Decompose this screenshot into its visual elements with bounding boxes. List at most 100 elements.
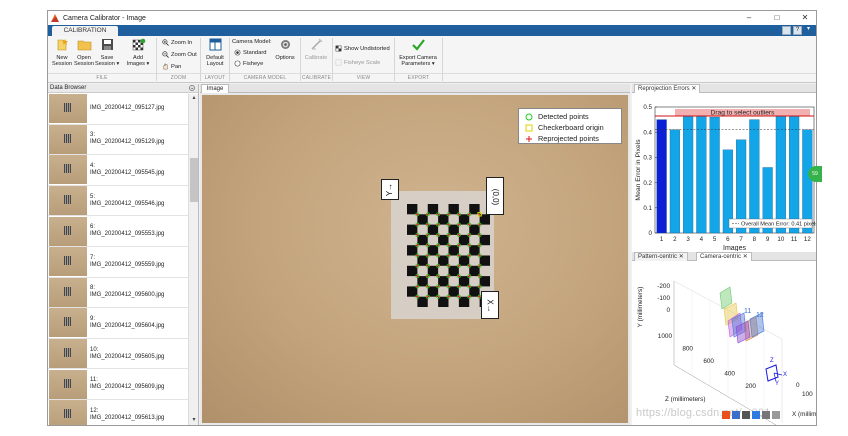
legend-origin-label: Checkerboard origin xyxy=(538,123,604,132)
calibration-image[interactable]: Y→ (0,0) X→ Detected points Checkerboard… xyxy=(202,95,628,423)
save-session-label: Save Session ▾ xyxy=(95,55,120,67)
list-item[interactable]: 10: IMG_20200412_095605.jpg xyxy=(48,339,188,370)
gear-icon xyxy=(280,40,290,49)
minimize-button[interactable]: – xyxy=(736,11,762,25)
new-session-button[interactable]: New Session xyxy=(51,38,73,67)
scroll-down-icon[interactable]: ▾ xyxy=(190,416,198,424)
image-filename: 6: IMG_20200412_095553.jpg xyxy=(90,224,165,238)
chevron-down-icon[interactable]: ▾ xyxy=(804,26,813,35)
list-item[interactable]: 4: IMG_20200412_095545.jpg xyxy=(48,155,188,186)
options-button[interactable]: Options xyxy=(273,38,297,61)
list-item[interactable]: 8: IMG_20200412_095600.jpg xyxy=(48,277,188,309)
section-export: EXPORT xyxy=(395,73,442,82)
x-tick-label: 100 xyxy=(802,391,813,398)
x-tick-label: 7 xyxy=(739,236,743,243)
bar[interactable] xyxy=(696,111,707,234)
bar[interactable] xyxy=(683,114,694,234)
extrinsics-3d-plot[interactable]: 1112XYZ-200-10001000800600400200 0100Y (m… xyxy=(632,261,817,425)
floating-green-button[interactable]: 59 xyxy=(808,166,822,182)
maximize-button[interactable]: □ xyxy=(764,11,790,25)
bar[interactable] xyxy=(656,119,667,234)
close-tab-icon[interactable]: ✕ xyxy=(679,254,684,260)
bar[interactable] xyxy=(802,129,813,234)
section-zoom: ZOOM xyxy=(157,73,200,82)
bar[interactable] xyxy=(669,129,680,234)
default-layout-button[interactable]: Default Layout xyxy=(203,38,227,67)
tab-pattern-centric[interactable]: Pattern-centric ✕ xyxy=(634,252,688,261)
calibrate-button[interactable]: Calibrate xyxy=(303,38,329,61)
export-label: Export Camera Parameters ▾ xyxy=(399,55,437,67)
close-tab-icon[interactable]: ✕ xyxy=(743,254,748,260)
scroll-up-icon[interactable]: ▴ xyxy=(190,94,198,102)
list-item[interactable]: 9: IMG_20200412_095604.jpg xyxy=(48,308,188,339)
tab-camera-centric[interactable]: Camera-centric ✕ xyxy=(696,252,752,261)
bar[interactable] xyxy=(709,116,720,234)
fisheye-scale-button[interactable]: Fisheye Scale xyxy=(335,59,380,66)
image-filename: 10: IMG_20200412_095605.jpg xyxy=(90,346,165,360)
radio-empty-icon xyxy=(234,60,241,67)
section-file: FILE xyxy=(48,73,156,82)
title-bar: Camera Calibrator - Image – □ ✕ xyxy=(48,11,816,25)
list-item[interactable]: 5: IMG_20200412_095546.jpg xyxy=(48,186,188,217)
scroll-thumb[interactable] xyxy=(190,158,198,202)
tools-icon[interactable] xyxy=(772,410,780,419)
show-undistorted-button[interactable]: Show Undistorted xyxy=(335,45,390,52)
plane-label: 12 xyxy=(756,312,764,319)
default-layout-label: Default Layout xyxy=(206,55,224,67)
bar[interactable] xyxy=(775,114,786,234)
layout-icon[interactable] xyxy=(782,26,791,35)
export-camera-parameters-button[interactable]: Export Camera Parameters ▾ xyxy=(396,38,440,67)
y-axis-title: Y (millimeters) xyxy=(637,287,644,328)
zoom-in-button[interactable]: Zoom In xyxy=(162,39,192,46)
image-filename: 8: IMG_20200412_095600.jpg xyxy=(90,285,165,299)
tab-calibration[interactable]: CALIBRATION xyxy=(52,26,118,36)
data-browser-scrollbar[interactable]: ▴ ▾ xyxy=(188,94,198,425)
help-icon[interactable]: ? xyxy=(793,26,802,35)
close-tab-icon[interactable]: ✕ xyxy=(691,86,696,92)
undistort-icon xyxy=(335,45,342,52)
yellow-square-icon xyxy=(525,124,533,132)
pan-button[interactable]: Pan xyxy=(162,63,181,70)
bar[interactable] xyxy=(749,119,760,234)
origin-text: (0,0) xyxy=(491,188,501,206)
checker-square xyxy=(458,214,470,225)
add-images-button[interactable]: Add Images ▾ xyxy=(123,38,153,67)
camera-axis-label: Z xyxy=(770,358,774,364)
list-item[interactable]: 12: IMG_20200412_095613.jpg xyxy=(48,400,188,425)
bar[interactable] xyxy=(789,114,800,234)
save-session-button[interactable]: Save Session ▾ xyxy=(95,38,119,67)
folder-icon xyxy=(77,40,91,51)
checker-square xyxy=(479,255,490,266)
tab-pattern-label: Pattern-centric xyxy=(638,254,678,260)
image-thumbnail xyxy=(49,369,87,399)
checker-square xyxy=(438,255,449,266)
checker-square xyxy=(427,245,439,256)
y-tick-label: 0.5 xyxy=(643,104,652,111)
close-button[interactable]: ✕ xyxy=(792,11,816,25)
open-session-button[interactable]: Open Session xyxy=(73,38,95,67)
standard-radio[interactable]: Standard xyxy=(234,49,267,56)
tab-image[interactable]: Image xyxy=(201,84,229,93)
checker-square xyxy=(407,265,418,277)
settings-icon[interactable] xyxy=(762,410,770,419)
image-filename: 11: IMG_20200412_095609.jpg xyxy=(90,377,165,391)
fisheye-radio[interactable]: Fisheye xyxy=(234,60,263,67)
list-item[interactable]: IMG_20200412_095127.jpg xyxy=(48,94,188,125)
zoom-out-button[interactable]: Zoom Out xyxy=(162,51,197,58)
list-item[interactable]: 3: IMG_20200412_095129.jpg xyxy=(48,124,188,156)
punctuation-icon[interactable] xyxy=(742,410,750,419)
y-axis-title: Mean Error in Pixels xyxy=(635,139,642,201)
keyboard-icon[interactable] xyxy=(732,410,740,419)
tab-camera-label: Camera-centric xyxy=(700,254,742,260)
panel-menu-icon[interactable]: ⌄ xyxy=(189,85,195,91)
tab-reprojection-errors[interactable]: Reprojection Errors ✕ xyxy=(634,84,701,93)
list-item[interactable]: 7: IMG_20200412_095559.jpg xyxy=(48,247,188,278)
list-item[interactable]: 6: IMG_20200412_095553.jpg xyxy=(48,216,188,247)
network-icon[interactable] xyxy=(752,410,760,419)
image-legend: Detected points Checkerboard origin Repr… xyxy=(518,108,622,144)
list-item[interactable]: 11: IMG_20200412_095609.jpg xyxy=(48,369,188,400)
y-tick-label: 0.3 xyxy=(643,155,652,162)
y-tick-label: 0 xyxy=(666,307,670,314)
ime-icon[interactable] xyxy=(722,410,730,419)
reprojection-errors-chart[interactable]: 00.10.20.30.40.51 2 3 4 5 6 7 8 9 10 11 12Drag to s… xyxy=(632,93,817,251)
